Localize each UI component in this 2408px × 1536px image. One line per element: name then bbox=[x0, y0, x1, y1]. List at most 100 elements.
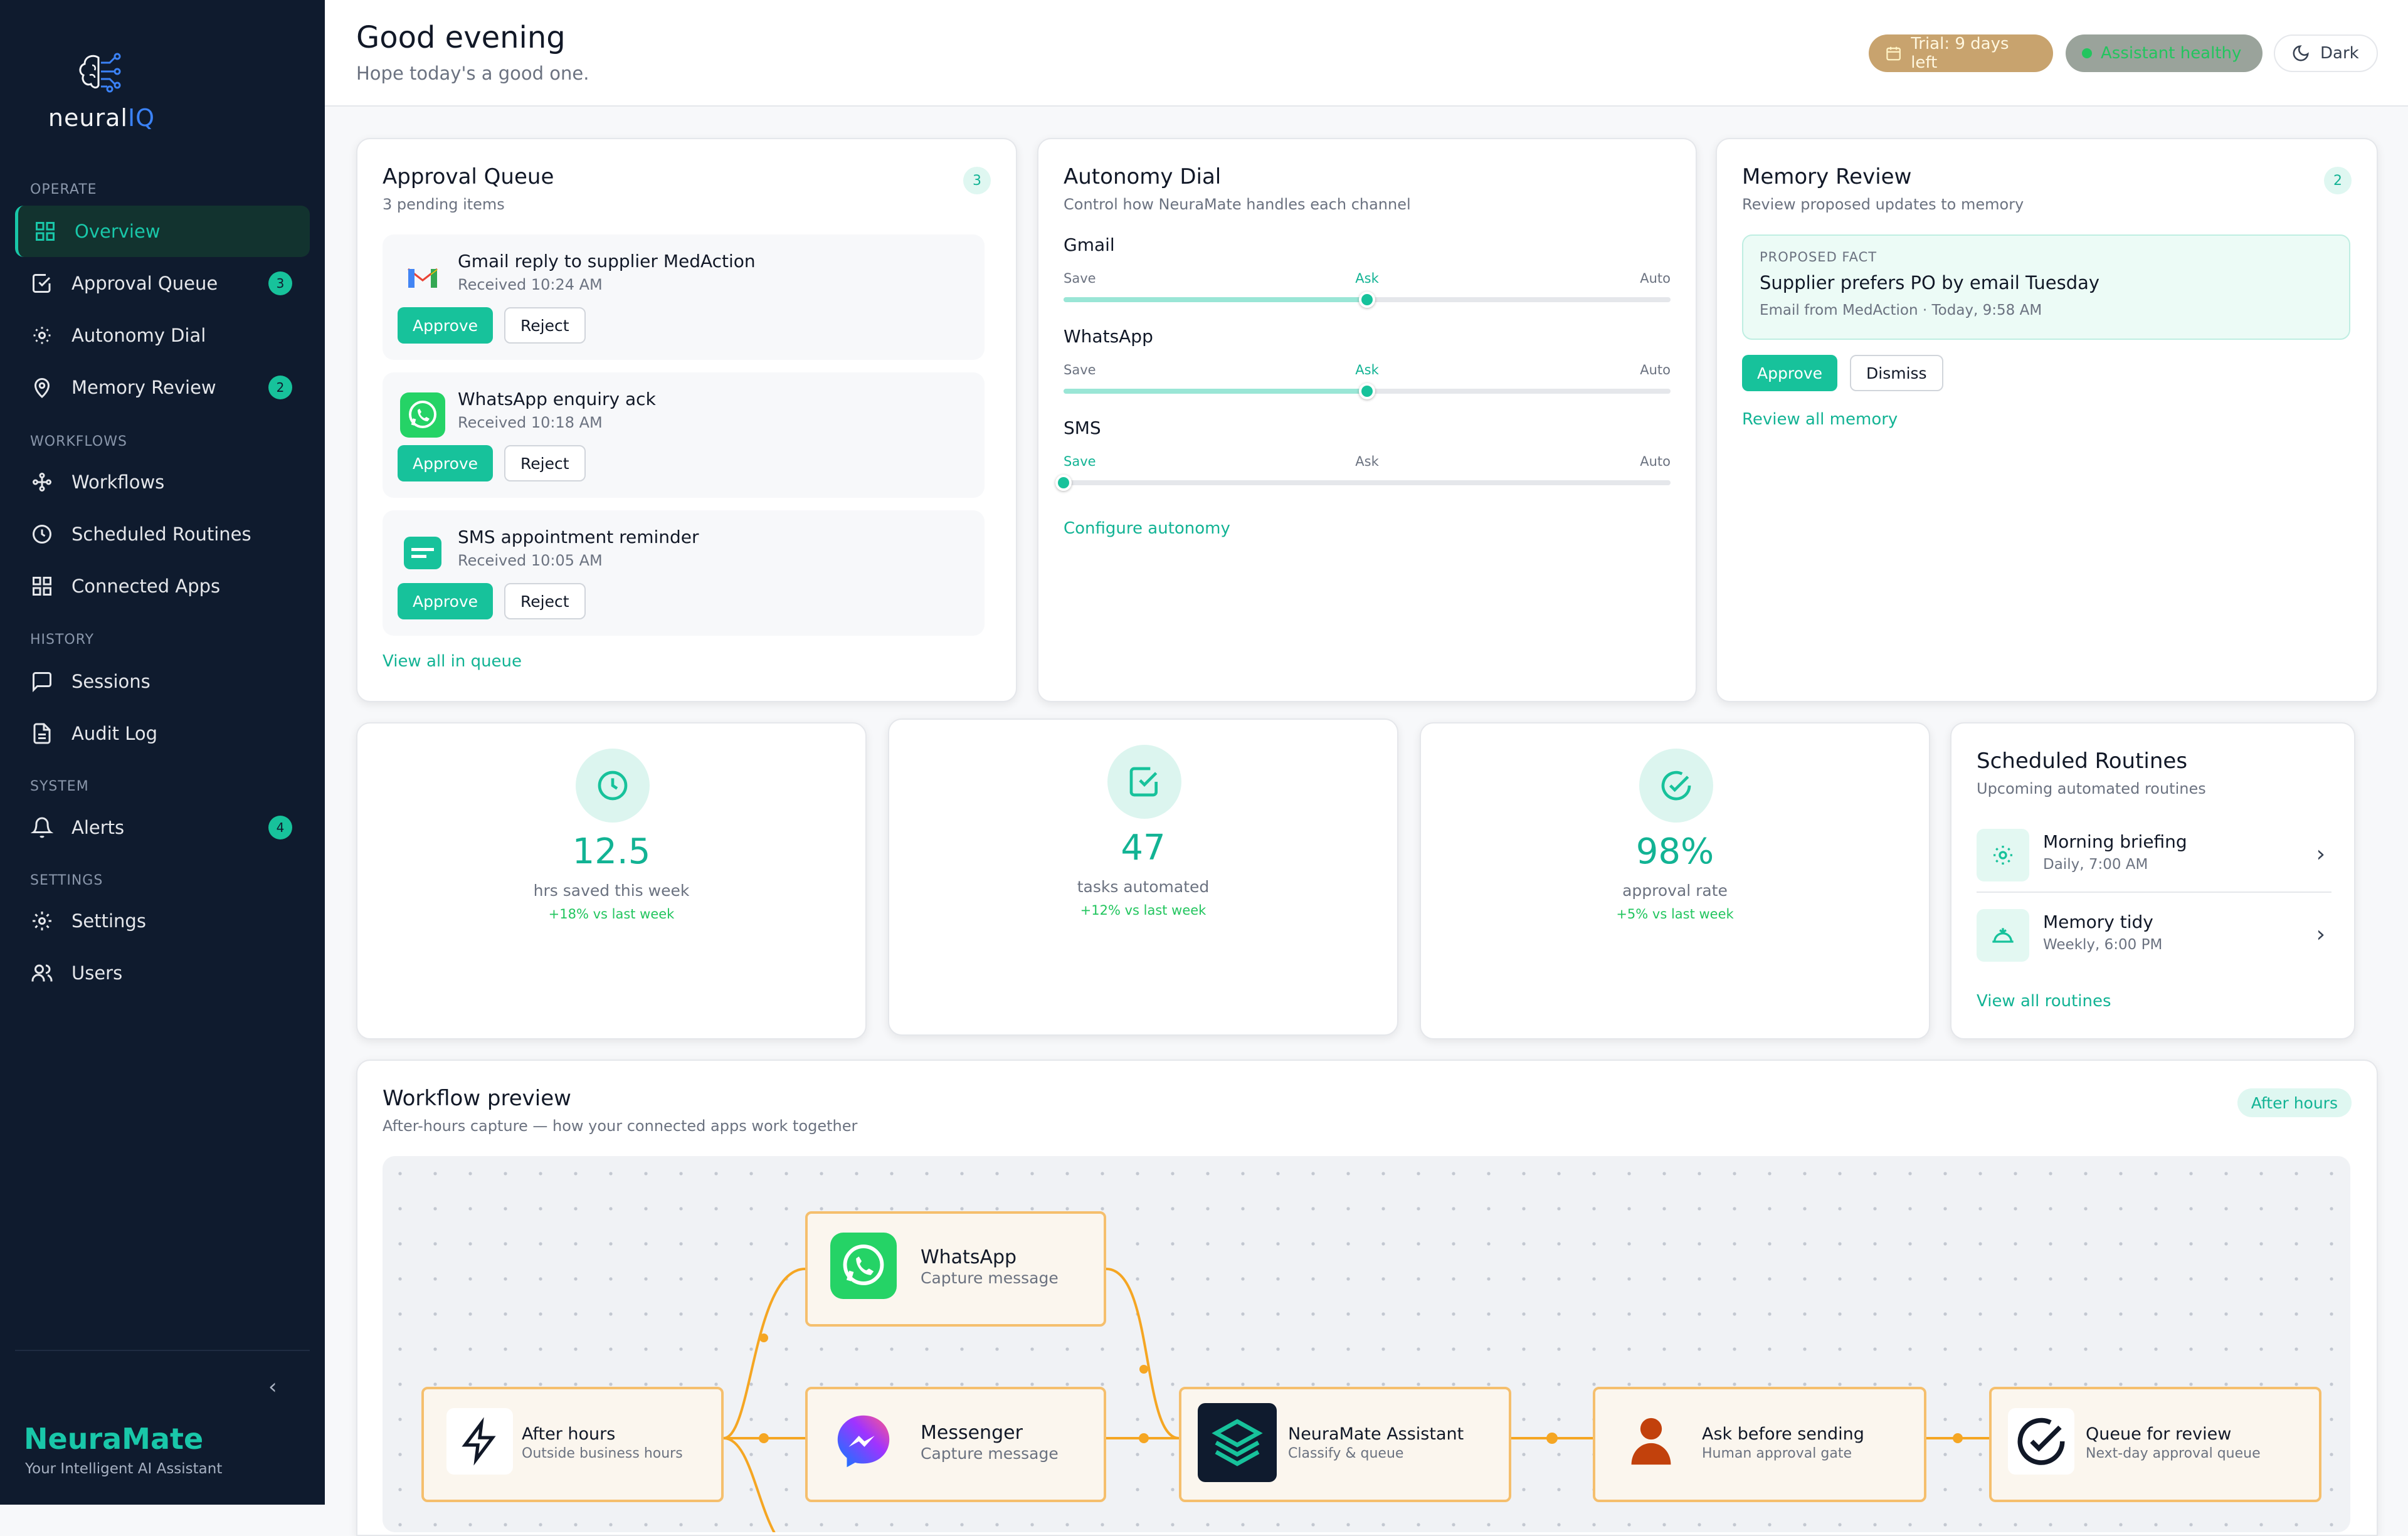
workflow-node-after-hours[interactable]: After hours Outside business hours bbox=[421, 1387, 724, 1502]
dismiss-memory-button[interactable]: Dismiss bbox=[1850, 355, 1943, 391]
sidebar-item-approval-queue[interactable]: Approval Queue 3 bbox=[15, 258, 310, 309]
count-badge: 2 bbox=[268, 376, 292, 399]
stat-card-tasks-automated: 47 tasks automated +12% vs last week bbox=[888, 718, 1398, 1036]
health-status-badge: Assistant healthy bbox=[2066, 34, 2263, 72]
workflow-node-ask-before-sending[interactable]: Ask before sending Human approval gate bbox=[1593, 1387, 1926, 1502]
sidebar-item-scheduled-routines[interactable]: Scheduled Routines bbox=[15, 508, 310, 560]
workflow-node-queue-for-review[interactable]: Queue for review Next-day approval queue bbox=[1989, 1387, 2321, 1502]
level-label: Ask bbox=[1355, 454, 1379, 469]
queue-item[interactable]: Gmail reply to supplier MedAction Receiv… bbox=[383, 234, 985, 360]
approve-memory-button[interactable]: Approve bbox=[1742, 355, 1838, 391]
whatsapp-icon bbox=[830, 1233, 897, 1299]
logo[interactable]: neuralIQ bbox=[45, 50, 158, 132]
layers-icon bbox=[1198, 1403, 1277, 1482]
sidebar-item-users[interactable]: Users bbox=[15, 947, 310, 999]
node-title: Ask before sending bbox=[1702, 1424, 1864, 1444]
sidebar-item-overview[interactable]: Overview bbox=[15, 206, 310, 257]
health-text: Assistant healthy bbox=[2101, 44, 2242, 63]
brand-tagline: Your Intelligent AI Assistant bbox=[25, 1461, 223, 1477]
slider-track[interactable] bbox=[1064, 292, 1671, 308]
sidebar-item-label: Audit Log bbox=[71, 723, 158, 744]
sidebar-item-memory-review[interactable]: Memory Review 2 bbox=[15, 362, 310, 413]
stat-value: 47 bbox=[1121, 828, 1166, 868]
queue-item-title: SMS appointment reminder bbox=[458, 527, 699, 547]
trial-badge[interactable]: Trial: 9 days left bbox=[1869, 34, 2053, 72]
workflow-canvas[interactable]: WhatsApp Capture message After hours Out… bbox=[383, 1156, 2350, 1532]
reject-button[interactable]: Reject bbox=[504, 307, 586, 344]
approve-button[interactable]: Approve bbox=[398, 583, 494, 619]
reject-button[interactable]: Reject bbox=[504, 445, 586, 481]
node-title: NeuraMate Assistant bbox=[1288, 1424, 1464, 1444]
level-label: Auto bbox=[1640, 362, 1671, 377]
workflow-node-messenger[interactable]: Messenger Capture message bbox=[805, 1387, 1106, 1502]
check-circle-icon bbox=[2008, 1408, 2074, 1475]
slider-track[interactable] bbox=[1055, 475, 1671, 491]
slider-track[interactable] bbox=[1064, 383, 1671, 399]
fact-source: Email from MedAction · Today, 9:58 AM bbox=[1760, 302, 2042, 318]
calendar-icon bbox=[1886, 46, 1901, 61]
message-square-icon bbox=[30, 670, 54, 693]
sidebar-item-label: Approval Queue bbox=[71, 273, 218, 294]
sidebar-item-alerts[interactable]: Alerts 4 bbox=[15, 802, 310, 853]
approve-button[interactable]: Approve bbox=[398, 445, 494, 481]
workflow-node-whatsapp[interactable]: WhatsApp Capture message bbox=[805, 1211, 1106, 1327]
review-all-memory-link[interactable]: Review all memory bbox=[1742, 410, 1898, 429]
node-title: Queue for review bbox=[2086, 1424, 2232, 1444]
sidebar-item-audit-log[interactable]: Audit Log bbox=[15, 708, 310, 759]
chevron-left-icon[interactable]: ‹ bbox=[268, 1374, 277, 1399]
bell-icon bbox=[30, 816, 54, 839]
node-subtitle: Classify & queue bbox=[1288, 1446, 1404, 1461]
workflow-node-neuramate-assistant[interactable]: NeuraMate Assistant Classify & queue bbox=[1179, 1387, 1511, 1502]
routine-item[interactable]: Morning briefing Daily, 7:00 AM › bbox=[1977, 818, 2331, 893]
sidebar-item-connected-apps[interactable]: Connected Apps bbox=[15, 560, 310, 612]
card-title: Memory Review bbox=[1742, 164, 1912, 189]
configure-autonomy-link[interactable]: Configure autonomy bbox=[1064, 519, 1230, 538]
level-label: Auto bbox=[1640, 271, 1671, 286]
lightning-icon bbox=[446, 1408, 513, 1475]
node-subtitle: Capture message bbox=[921, 1444, 1059, 1463]
sidebar-item-label: Alerts bbox=[71, 817, 125, 838]
theme-toggle-button[interactable]: Dark bbox=[2274, 34, 2378, 72]
workflow-preview-card: Workflow preview After-hours capture — h… bbox=[356, 1060, 2378, 1536]
view-all-queue-link[interactable]: View all in queue bbox=[383, 652, 522, 671]
card-title: Scheduled Routines bbox=[1977, 749, 2188, 774]
stat-delta: +18% vs last week bbox=[548, 907, 675, 922]
level-label: Save bbox=[1064, 454, 1096, 469]
queue-item-time: Received 10:18 AM bbox=[458, 414, 603, 431]
sidebar-item-label: Users bbox=[71, 962, 123, 984]
queue-item-time: Received 10:05 AM bbox=[458, 552, 603, 569]
approve-button[interactable]: Approve bbox=[398, 307, 494, 344]
routine-item[interactable]: Memory tidy Weekly, 6:00 PM › bbox=[1977, 898, 2331, 973]
approval-queue-card: Approval Queue 3 pending items 3 Gmail r… bbox=[356, 138, 1017, 702]
slider-handle[interactable] bbox=[1359, 292, 1375, 308]
reject-button[interactable]: Reject bbox=[504, 583, 586, 619]
clock-icon bbox=[30, 522, 54, 546]
queue-item[interactable]: SMS appointment reminder Received 10:05 … bbox=[383, 510, 985, 636]
level-label: Ask bbox=[1355, 362, 1379, 377]
stat-label: tasks automated bbox=[1077, 878, 1210, 896]
queue-item[interactable]: WhatsApp enquiry ack Received 10:18 AM A… bbox=[383, 372, 985, 498]
check-square-icon bbox=[1107, 745, 1181, 819]
view-all-routines-link[interactable]: View all routines bbox=[1977, 992, 2111, 1011]
brand-name: NeuraMate bbox=[24, 1422, 204, 1456]
memory-review-card: Memory Review Review proposed updates to… bbox=[1716, 138, 2378, 702]
card-subtitle: 3 pending items bbox=[383, 196, 505, 213]
sidebar-item-autonomy-dial[interactable]: Autonomy Dial bbox=[15, 310, 310, 361]
sidebar-item-settings[interactable]: Settings bbox=[15, 895, 310, 947]
gear-icon bbox=[30, 909, 54, 933]
slider-fill bbox=[1064, 389, 1367, 394]
workflow-icon bbox=[30, 470, 54, 494]
sidebar-item-workflows[interactable]: Workflows bbox=[15, 456, 310, 508]
channel-name: WhatsApp bbox=[1064, 326, 1153, 347]
brain-circuit-icon bbox=[79, 53, 121, 93]
sidebar-item-sessions[interactable]: Sessions bbox=[15, 656, 310, 707]
section-label-system: SYSTEM bbox=[30, 779, 89, 794]
routine-name: Memory tidy bbox=[2043, 912, 2153, 932]
node-subtitle: Capture message bbox=[921, 1269, 1059, 1287]
logo-text: neuralIQ bbox=[48, 104, 156, 132]
grid-icon bbox=[33, 219, 57, 243]
slider-handle[interactable] bbox=[1055, 475, 1072, 491]
channel-name: SMS bbox=[1064, 418, 1101, 438]
page-subtitle: Hope today's a good one. bbox=[356, 63, 589, 84]
slider-handle[interactable] bbox=[1359, 383, 1375, 399]
